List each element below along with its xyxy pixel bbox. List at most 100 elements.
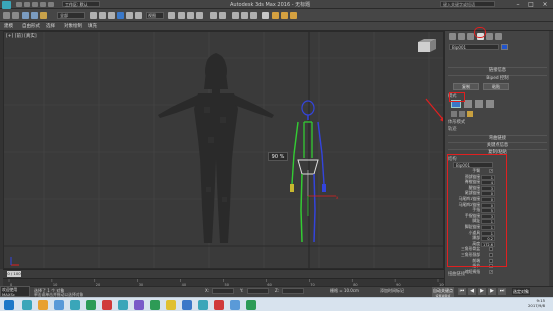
maximize-button[interactable]: □: [525, 1, 537, 8]
rectangle-selection-icon[interactable]: [108, 12, 115, 19]
select-object-icon[interactable]: [90, 12, 97, 19]
rollout-biped-control[interactable]: Biped 控制: [448, 75, 547, 82]
auto-key-button[interactable]: 自动关键点: [432, 287, 454, 294]
tab-freeform[interactable]: 自由形式: [22, 23, 40, 29]
undo-icon[interactable]: [3, 12, 10, 19]
open-file-icon[interactable]: [24, 2, 30, 7]
rollout-key-info[interactable]: 关键点信息: [448, 142, 547, 149]
rotate-icon[interactable]: [126, 12, 133, 19]
object-color-swatch[interactable]: [501, 44, 508, 50]
paste-button[interactable]: 粘贴: [483, 83, 509, 90]
x-coordinate-field[interactable]: [212, 288, 234, 294]
close-button[interactable]: ×: [539, 1, 551, 8]
utilities-tab-icon[interactable]: [495, 33, 502, 40]
play-biped-icon[interactable]: [467, 111, 473, 117]
selection-filter-dropdown[interactable]: 全部: [57, 12, 85, 19]
load-file-icon[interactable]: [459, 111, 465, 117]
biped-skeleton[interactable]: x: [284, 98, 344, 248]
copy-button[interactable]: 复制: [453, 83, 479, 90]
track-bar[interactable]: 0102030405060708090100: [3, 278, 446, 287]
bind-space-warp-icon[interactable]: [40, 12, 47, 19]
display-tab-icon[interactable]: [486, 33, 493, 40]
app3-taskbar-icon[interactable]: [134, 300, 144, 310]
go-to-start-icon[interactable]: ⏮: [458, 288, 466, 295]
tab-populate[interactable]: 填充: [88, 23, 97, 29]
play-icon[interactable]: ▶: [478, 288, 486, 295]
material-editor-icon[interactable]: [262, 12, 269, 19]
pivot-center-icon[interactable]: [168, 12, 175, 19]
footstep-mode-icon[interactable]: [464, 100, 472, 108]
mixer-mode-icon[interactable]: [475, 100, 483, 108]
render-setup-icon[interactable]: [272, 12, 279, 19]
hierarchy-tab-icon[interactable]: [467, 33, 474, 40]
explorer-taskbar-icon[interactable]: [38, 300, 48, 310]
param-checkbox[interactable]: ✓: [489, 269, 493, 274]
3dsmax-taskbar-icon[interactable]: [22, 300, 32, 310]
scale-icon[interactable]: [135, 12, 142, 19]
app9-taskbar-icon[interactable]: [230, 300, 240, 310]
rollout-bend-links[interactable]: 弯曲链接: [448, 135, 547, 142]
undo-icon[interactable]: [40, 2, 46, 7]
app7-taskbar-icon[interactable]: [198, 300, 208, 310]
rollout-link-info[interactable]: 链接信息: [448, 67, 547, 74]
schematic-view-icon[interactable]: [250, 12, 257, 19]
search-input[interactable]: 键入关键字或短语: [440, 1, 495, 7]
maxscript-listener[interactable]: 欢迎使用 MAXSc: [0, 286, 30, 297]
rendered-frame-icon[interactable]: [281, 12, 288, 19]
app2-taskbar-icon[interactable]: [118, 300, 128, 310]
app6-taskbar-icon[interactable]: [182, 300, 192, 310]
mirror-icon[interactable]: [210, 12, 217, 19]
browser-taskbar-icon[interactable]: [54, 300, 64, 310]
move-icon[interactable]: [117, 12, 124, 19]
z-coordinate-field[interactable]: [282, 288, 304, 294]
app10-taskbar-icon[interactable]: [246, 300, 256, 310]
percent-snap-icon[interactable]: [196, 12, 203, 19]
link-icon[interactable]: [22, 12, 29, 19]
tab-object-paint[interactable]: 对象绘制: [64, 23, 82, 29]
layer-manager-icon[interactable]: [232, 12, 239, 19]
render-icon[interactable]: [290, 12, 297, 19]
angle-snap-icon[interactable]: [187, 12, 194, 19]
redo-icon[interactable]: [12, 12, 19, 19]
app4-taskbar-icon[interactable]: [150, 300, 160, 310]
save-file-icon[interactable]: [32, 2, 38, 7]
viewcube-icon[interactable]: [416, 38, 436, 52]
select-by-name-icon[interactable]: [99, 12, 106, 19]
panel-scrollbar[interactable]: [549, 31, 553, 292]
app5-taskbar-icon[interactable]: [166, 300, 176, 310]
object-name-field[interactable]: Bip001: [449, 44, 499, 50]
reference-coordinate-dropdown[interactable]: 视图: [146, 12, 164, 19]
app-taskbar-icon[interactable]: [70, 300, 80, 310]
snap-toggle-icon[interactable]: [178, 12, 185, 19]
curve-editor-icon[interactable]: [241, 12, 248, 19]
chat-taskbar-icon[interactable]: [86, 300, 96, 310]
character-mesh[interactable]: [154, 47, 284, 247]
tray-clock[interactable]: 9:15 2017/9/8: [528, 298, 545, 308]
media-taskbar-icon[interactable]: [102, 300, 112, 310]
unlink-icon[interactable]: [31, 12, 38, 19]
viewport-label[interactable]: [+] [前] [真实]: [6, 33, 37, 39]
app-logo-icon[interactable]: [2, 1, 11, 9]
align-icon[interactable]: [219, 12, 226, 19]
go-to-end-icon[interactable]: ⏭: [498, 288, 506, 295]
time-slider[interactable]: 0 / 100: [7, 271, 21, 277]
create-tab-icon[interactable]: [449, 33, 456, 40]
add-time-tag[interactable]: 添加时间标记: [380, 288, 404, 294]
selected-filter[interactable]: 选定对象: [512, 288, 530, 295]
new-file-icon[interactable]: [16, 2, 22, 7]
motion-flow-icon[interactable]: [486, 100, 494, 108]
previous-frame-icon[interactable]: ◀: [468, 288, 476, 295]
time-slider-track[interactable]: 0 / 100: [3, 269, 444, 278]
tab-modeling[interactable]: 建模: [4, 23, 13, 29]
save-file-icon[interactable]: [451, 111, 457, 117]
y-coordinate-field[interactable]: [247, 288, 269, 294]
workspace-dropdown[interactable]: 工作区: 默认: [62, 1, 100, 7]
minimize-button[interactable]: –: [512, 1, 524, 8]
redo-icon[interactable]: [48, 2, 54, 7]
modify-tab-icon[interactable]: [458, 33, 465, 40]
front-viewport[interactable]: [+] [前] [真实] x 90 %: [3, 31, 444, 269]
tab-selection[interactable]: 选择: [46, 23, 55, 29]
app8-taskbar-icon[interactable]: [214, 300, 224, 310]
next-frame-icon[interactable]: ▶: [488, 288, 496, 295]
start-icon[interactable]: [4, 300, 14, 310]
